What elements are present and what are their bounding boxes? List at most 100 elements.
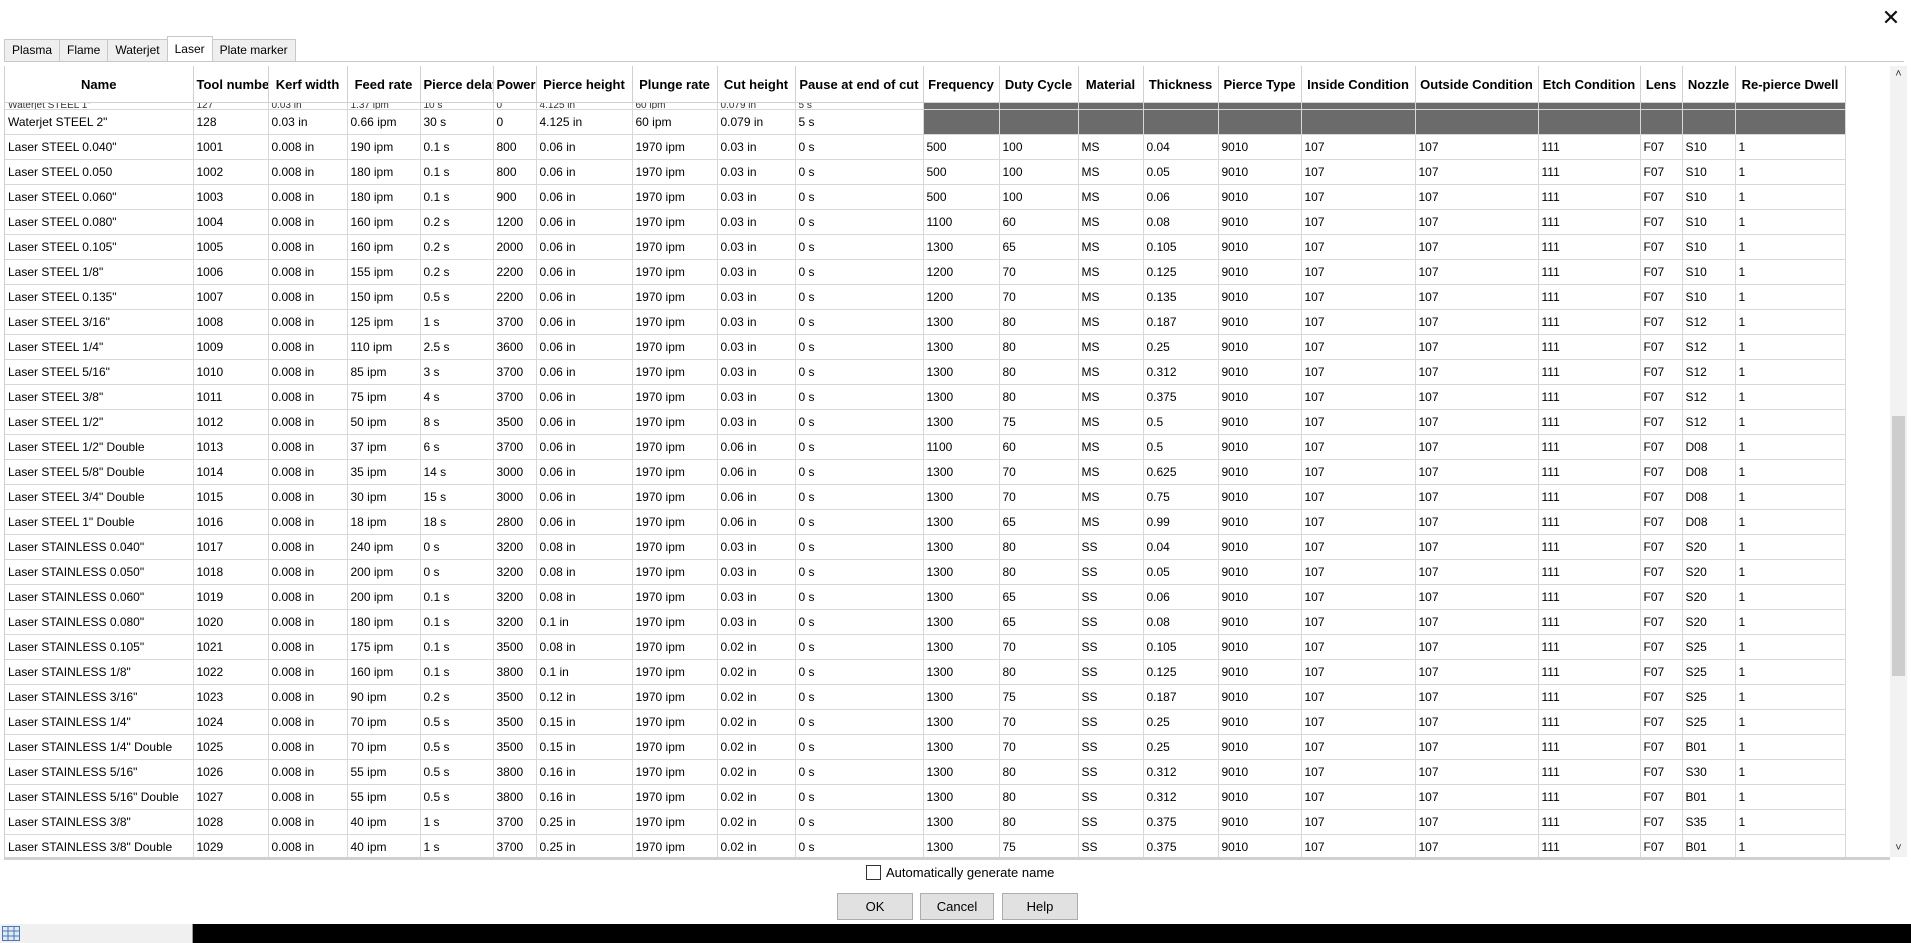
table-cell[interactable]: 111 bbox=[1538, 384, 1641, 410]
table-cell[interactable]: 1 bbox=[1735, 759, 1846, 785]
table-row[interactable]: Laser STAINLESS 1/4" 1024 0.008 in 70 ipm 0.… bbox=[5, 709, 1846, 735]
table-cell[interactable]: 128 bbox=[193, 109, 269, 135]
table-cell[interactable]: 0.06 in bbox=[717, 459, 796, 485]
table-cell[interactable]: 0.15 in bbox=[536, 709, 633, 735]
table-cell[interactable]: 107 bbox=[1301, 659, 1416, 685]
table-cell[interactable]: 9010 bbox=[1218, 784, 1302, 810]
table-cell[interactable]: 1006 bbox=[193, 259, 269, 285]
table-cell[interactable]: 0 s bbox=[795, 609, 924, 635]
table-cell[interactable]: S12 bbox=[1682, 359, 1736, 385]
table-cell[interactable]: 107 bbox=[1415, 784, 1539, 810]
table-cell[interactable]: Laser STEEL 5/16" bbox=[5, 359, 194, 385]
table-cell[interactable]: 80 bbox=[999, 309, 1079, 335]
table-cell[interactable]: 0 s bbox=[795, 184, 924, 210]
table-cell[interactable]: 127 bbox=[193, 102, 269, 110]
table-cell[interactable]: 107 bbox=[1301, 734, 1416, 760]
table-cell[interactable]: 9010 bbox=[1218, 659, 1302, 685]
table-cell[interactable]: D08 bbox=[1682, 459, 1736, 485]
table-cell[interactable]: 75 ipm bbox=[347, 384, 421, 410]
table-cell[interactable]: 0.15 in bbox=[536, 734, 633, 760]
table-cell[interactable]: 0.02 in bbox=[717, 634, 796, 660]
table-cell[interactable]: 1003 bbox=[193, 184, 269, 210]
table-cell[interactable]: Laser STEEL 1/2" bbox=[5, 409, 194, 435]
table-cell[interactable]: 1025 bbox=[193, 734, 269, 760]
table-cell[interactable]: 0.06 bbox=[1143, 584, 1219, 610]
table-cell[interactable]: 107 bbox=[1415, 334, 1539, 360]
table-cell[interactable]: 8 s bbox=[420, 409, 494, 435]
table-cell[interactable]: 10 s bbox=[420, 102, 494, 110]
table-cell[interactable]: B01 bbox=[1682, 784, 1736, 810]
table-cell[interactable]: 180 ipm bbox=[347, 184, 421, 210]
table-cell[interactable]: 0.008 in bbox=[268, 684, 348, 710]
table-cell[interactable]: SS bbox=[1078, 534, 1144, 560]
table-cell[interactable]: 0.06 in bbox=[717, 509, 796, 535]
table-cell[interactable]: 0 s bbox=[795, 259, 924, 285]
table-cell[interactable]: 111 bbox=[1538, 584, 1641, 610]
table-cell[interactable]: 160 ipm bbox=[347, 209, 421, 235]
column-header[interactable]: Lens bbox=[1640, 66, 1683, 103]
table-cell[interactable] bbox=[1301, 102, 1416, 110]
table-cell[interactable]: 80 bbox=[999, 334, 1079, 360]
table-cell[interactable]: 0.06 in bbox=[536, 259, 633, 285]
table-cell[interactable]: MS bbox=[1078, 234, 1144, 260]
table-cell[interactable]: 1300 bbox=[923, 559, 1000, 585]
table-cell[interactable]: 1014 bbox=[193, 459, 269, 485]
table-cell[interactable]: MS bbox=[1078, 409, 1144, 435]
table-cell[interactable]: F07 bbox=[1640, 684, 1683, 710]
table-cell[interactable]: 1011 bbox=[193, 384, 269, 410]
table-cell[interactable]: 3700 bbox=[493, 359, 537, 385]
table-cell[interactable]: 9010 bbox=[1218, 709, 1302, 735]
table-cell[interactable]: 111 bbox=[1538, 259, 1641, 285]
table-cell[interactable]: 9010 bbox=[1218, 434, 1302, 460]
table-cell[interactable]: 0.03 in bbox=[268, 109, 348, 135]
auto-generate-name-option[interactable]: Automatically generate name bbox=[866, 865, 1054, 880]
table-cell[interactable]: 0.312 bbox=[1143, 359, 1219, 385]
table-cell[interactable]: 0.06 bbox=[1143, 184, 1219, 210]
table-cell[interactable]: 0.08 in bbox=[536, 634, 633, 660]
table-cell[interactable]: 0.5 s bbox=[420, 734, 494, 760]
table-cell[interactable]: 9010 bbox=[1218, 584, 1302, 610]
table-cell[interactable]: 0.5 bbox=[1143, 434, 1219, 460]
table-cell[interactable]: 0.16 in bbox=[536, 759, 633, 785]
table-cell[interactable]: 0.312 bbox=[1143, 784, 1219, 810]
table-cell[interactable]: 0.008 in bbox=[268, 284, 348, 310]
table-cell[interactable]: 0.5 s bbox=[420, 284, 494, 310]
table-cell[interactable]: F07 bbox=[1640, 734, 1683, 760]
table-cell[interactable]: 0.06 in bbox=[536, 359, 633, 385]
table-row[interactable]: Laser STAINLESS 1/4" Double 1025 0.008 in 7… bbox=[5, 734, 1846, 760]
table-cell[interactable]: 3800 bbox=[493, 784, 537, 810]
table-cell[interactable] bbox=[1078, 109, 1144, 135]
table-cell[interactable]: Laser STAINLESS 3/16" bbox=[5, 684, 194, 710]
column-header[interactable]: Kerf width bbox=[268, 66, 348, 103]
table-cell[interactable]: SS bbox=[1078, 584, 1144, 610]
table-cell[interactable]: F07 bbox=[1640, 609, 1683, 635]
table-cell[interactable] bbox=[1735, 109, 1846, 135]
table-cell[interactable]: 0.008 in bbox=[268, 834, 348, 857]
table-cell[interactable]: 0.03 in bbox=[717, 359, 796, 385]
column-header[interactable]: Outside Condition bbox=[1415, 66, 1539, 103]
table-cell[interactable]: 0.008 in bbox=[268, 559, 348, 585]
table-cell[interactable]: 3500 bbox=[493, 734, 537, 760]
table-cell[interactable]: 0.02 in bbox=[717, 709, 796, 735]
table-cell[interactable]: 110 ipm bbox=[347, 334, 421, 360]
table-cell[interactable]: 111 bbox=[1538, 634, 1641, 660]
table-cell[interactable]: 107 bbox=[1301, 259, 1416, 285]
table-cell[interactable]: 80 bbox=[999, 534, 1079, 560]
table-cell[interactable]: 70 bbox=[999, 259, 1079, 285]
column-header[interactable]: Inside Condition bbox=[1301, 66, 1416, 103]
table-cell[interactable]: S25 bbox=[1682, 634, 1736, 660]
table-cell[interactable]: 3500 bbox=[493, 409, 537, 435]
table-cell[interactable]: 107 bbox=[1415, 684, 1539, 710]
table-cell[interactable]: 0.125 bbox=[1143, 659, 1219, 685]
table-cell[interactable]: 65 bbox=[999, 609, 1079, 635]
table-cell[interactable]: 1200 bbox=[923, 259, 1000, 285]
table-cell[interactable]: 107 bbox=[1301, 409, 1416, 435]
table-cell[interactable]: Laser STEEL 1/4" bbox=[5, 334, 194, 360]
table-cell[interactable]: 1 bbox=[1735, 409, 1846, 435]
table-cell[interactable]: Laser STAINLESS 0.080" bbox=[5, 609, 194, 635]
table-cell[interactable]: 9010 bbox=[1218, 484, 1302, 510]
table-row[interactable]: Laser STEEL 0.135" 1007 0.008 in 150 ipm 0.5… bbox=[5, 284, 1846, 310]
table-cell[interactable]: 107 bbox=[1415, 809, 1539, 835]
table-cell[interactable]: 9010 bbox=[1218, 234, 1302, 260]
table-cell[interactable]: 1018 bbox=[193, 559, 269, 585]
